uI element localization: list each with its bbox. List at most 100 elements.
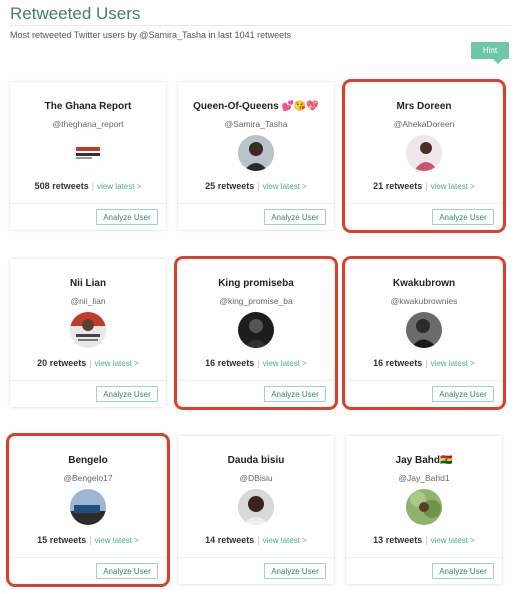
view-latest-link[interactable]: view latest > xyxy=(95,359,139,368)
analyze-user-button[interactable]: Analyze User xyxy=(432,563,494,579)
retweet-stats: 14 retweets | view latest > xyxy=(178,535,334,545)
user-name: Mrs Doreen xyxy=(396,101,452,112)
avatar xyxy=(70,312,106,348)
separator: | xyxy=(425,181,428,191)
view-latest-link[interactable]: view latest > xyxy=(431,536,475,545)
user-name: King promiseba xyxy=(218,278,294,289)
card-divider xyxy=(346,557,502,558)
retweets-label: retweets xyxy=(217,358,255,368)
retweet-count: 508 xyxy=(34,181,50,191)
page-title: Retweeted Users xyxy=(10,4,141,23)
separator: | xyxy=(425,535,428,545)
view-latest-link[interactable]: view latest > xyxy=(263,536,307,545)
retweets-label: retweets xyxy=(217,535,255,545)
view-latest-link[interactable]: view latest > xyxy=(431,182,475,191)
retweets-label: retweets xyxy=(49,358,87,368)
retweet-count: 13 xyxy=(373,535,384,545)
hint-button[interactable]: Hint xyxy=(471,42,509,64)
retweet-stats: 15 retweets | view latest > xyxy=(10,535,166,545)
user-name: Jay Bahd🇬🇭 xyxy=(395,455,453,466)
retweets-label: retweets xyxy=(385,535,423,545)
retweet-count: 16 xyxy=(205,358,216,368)
user-handle: @Samira_Tasha xyxy=(224,119,288,129)
avatar xyxy=(406,489,442,525)
card-divider xyxy=(10,203,166,204)
user-handle: @theghana_report xyxy=(52,119,124,129)
analyze-user-button[interactable]: Analyze User xyxy=(96,386,158,402)
separator: | xyxy=(89,358,92,368)
analyze-user-button[interactable]: Analyze User xyxy=(264,386,326,402)
retweet-stats: 16 retweets | view latest > xyxy=(346,358,502,368)
analyze-user-button[interactable]: Analyze User xyxy=(432,386,494,402)
separator: | xyxy=(91,181,95,191)
retweet-stats: 20 retweets | view latest > xyxy=(10,358,166,368)
view-latest-link[interactable]: view latest > xyxy=(431,359,475,368)
retweets-label: retweets xyxy=(385,181,423,191)
retweet-count: 21 xyxy=(373,181,384,191)
title-divider xyxy=(10,25,510,26)
avatar xyxy=(238,489,274,525)
separator: | xyxy=(425,358,428,368)
analyze-user-button[interactable]: Analyze User xyxy=(264,209,326,225)
page-subtitle: Most retweeted Twitter users by @Samira_… xyxy=(10,30,292,40)
retweet-stats: 13 retweets | view latest > xyxy=(346,535,502,545)
view-latest-link[interactable]: view latest > xyxy=(95,536,139,545)
user-card: The Ghana Report @theghana_report 508 retw… xyxy=(10,82,166,230)
retweets-label: retweets xyxy=(217,181,255,191)
user-name: The Ghana Report xyxy=(44,101,132,112)
card-divider xyxy=(10,380,166,381)
user-handle: @Bengelo17 xyxy=(63,473,113,483)
avatar xyxy=(238,135,274,171)
user-handle: @AhekaDoreen xyxy=(393,119,455,129)
retweets-label: retweets xyxy=(52,181,89,191)
user-handle: @kwakubrownies xyxy=(390,296,458,306)
avatar xyxy=(406,135,442,171)
avatar xyxy=(238,312,274,348)
retweet-stats: 508 retweets | view latest > xyxy=(10,181,166,191)
user-card: Dauda bisiu @DBisiu 14 retweets | view lates… xyxy=(178,436,334,584)
retweet-count: 25 xyxy=(205,181,216,191)
user-handle: @DBisiu xyxy=(239,473,273,483)
user-card: Kwakubrown @kwakubrownies 16 retweets | view… xyxy=(346,259,502,407)
user-card: King promiseba @king_promise_ba 16 retweet… xyxy=(178,259,334,407)
user-name: Bengelo xyxy=(68,455,108,466)
user-handle: @nii_lian xyxy=(70,296,106,306)
separator: | xyxy=(257,181,260,191)
user-card: Bengelo @Bengelo17 15 retweets | view latest… xyxy=(10,436,166,584)
user-name: Dauda bisiu xyxy=(227,455,285,466)
card-divider xyxy=(178,557,334,558)
separator: | xyxy=(257,535,260,545)
separator: | xyxy=(89,535,92,545)
retweet-stats: 21 retweets | view latest > xyxy=(346,181,502,191)
user-card: Queen-Of-Queens 💕😘💖 @Samira_Tasha 25 retwe… xyxy=(178,82,334,230)
user-name: Kwakubrown xyxy=(392,278,456,289)
user-card: Jay Bahd🇬🇭 @Jay_Bahd1 13 retweets | view lat… xyxy=(346,436,502,584)
avatar xyxy=(70,489,106,525)
card-divider xyxy=(346,203,502,204)
card-divider xyxy=(178,380,334,381)
separator: | xyxy=(257,358,260,368)
card-divider xyxy=(10,557,166,558)
retweet-stats: 25 retweets | view latest > xyxy=(178,181,334,191)
user-handle: @king_promise_ba xyxy=(219,296,293,306)
retweet-count: 20 xyxy=(37,358,48,368)
analyze-user-button[interactable]: Analyze User xyxy=(264,563,326,579)
view-latest-link[interactable]: view latest > xyxy=(97,182,141,191)
card-divider xyxy=(178,203,334,204)
user-name: Nii Lian xyxy=(69,278,107,289)
avatar xyxy=(70,135,106,171)
user-name: Queen-Of-Queens 💕😘💖 xyxy=(193,101,319,112)
retweet-count: 14 xyxy=(205,535,216,545)
retweets-label: retweets xyxy=(385,358,423,368)
retweeted-users-panel: Retweeted Users Most retweeted Twitter u… xyxy=(0,0,520,594)
retweets-label: retweets xyxy=(49,535,87,545)
view-latest-link[interactable]: view latest > xyxy=(263,359,307,368)
user-handle: @Jay_Bahd1 xyxy=(398,473,450,483)
analyze-user-button[interactable]: Analyze User xyxy=(96,563,158,579)
user-card: Mrs Doreen @AhekaDoreen 21 retweets | view l… xyxy=(346,82,502,230)
retweet-stats: 16 retweets | view latest > xyxy=(178,358,334,368)
analyze-user-button[interactable]: Analyze User xyxy=(432,209,494,225)
view-latest-link[interactable]: view latest > xyxy=(263,182,307,191)
analyze-user-button[interactable]: Analyze User xyxy=(96,209,158,225)
retweet-count: 15 xyxy=(37,535,48,545)
